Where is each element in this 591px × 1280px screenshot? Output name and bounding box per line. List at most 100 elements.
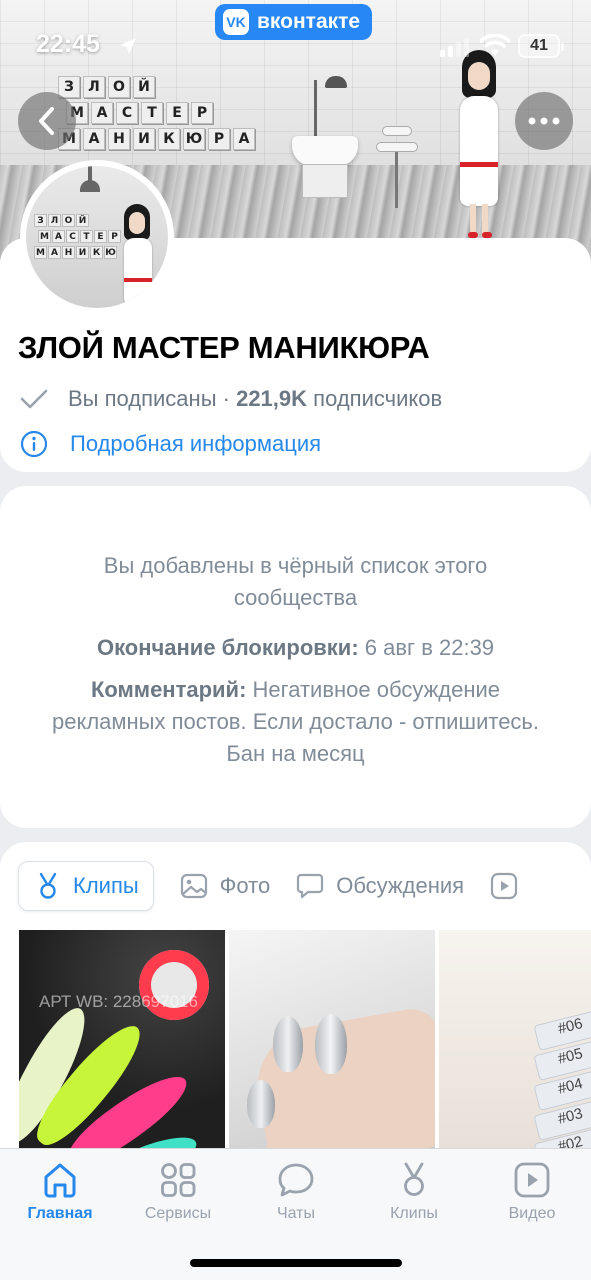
avatar-tile: М: [34, 246, 47, 259]
cover-tiles-row-3: М А Н И К Ю Р А: [58, 128, 255, 150]
more-dots-icon: [528, 117, 560, 125]
nav-clips-label: Клипы: [390, 1205, 438, 1222]
nav-home-label: Главная: [27, 1205, 93, 1222]
vk-badge-label: вконтакте: [257, 10, 361, 33]
cover-tile: Е: [166, 102, 188, 124]
nav-home[interactable]: Главная: [5, 1161, 115, 1223]
clip-thumbnail[interactable]: АРТ WB: 228697016: [19, 930, 225, 1150]
back-button[interactable]: [18, 92, 76, 150]
status-time: 22:45: [36, 30, 100, 58]
avatar-tile: К: [90, 246, 103, 259]
cover-tile: Л: [83, 76, 105, 98]
blacklist-title: Вы добавлены в чёрный список этого сообщ…: [103, 553, 488, 610]
cover-tile: Р: [191, 102, 213, 124]
cover-tile: А: [233, 128, 255, 150]
nav-video[interactable]: Видео: [477, 1161, 587, 1223]
chevron-left-icon: [39, 107, 54, 135]
content-tabs: Клипы Фото Обсуждения: [18, 860, 530, 912]
tab-clips[interactable]: Клипы: [18, 861, 154, 911]
cover-tiles-row-1: З Л О Й: [58, 76, 255, 98]
photo-icon: [180, 873, 207, 899]
clip-thumbnail[interactable]: [229, 930, 435, 1150]
community-page: З Л О Й М А С Т Е Р М А Н И К Ю Р А: [0, 0, 591, 1280]
stool-illustration: [372, 126, 422, 218]
nav-chats[interactable]: Чаты: [241, 1161, 351, 1223]
page-title: ЗЛОЙ МАСТЕР МАНИКЮРА: [18, 330, 430, 365]
tab-clips-label: Клипы: [73, 873, 139, 898]
cover-tile: Й: [133, 76, 155, 98]
manicure-desk-illustration: [292, 76, 358, 198]
manicurist-illustration: [450, 50, 510, 240]
clip-watermark: АРТ WB: 228697016: [39, 992, 198, 1011]
cellular-signal-icon: [440, 38, 469, 57]
nav-video-label: Видео: [508, 1205, 556, 1222]
vk-badge[interactable]: VK вконтакте: [215, 4, 373, 40]
chrome-nail: [273, 1016, 303, 1072]
nav-clips[interactable]: Клипы: [359, 1161, 469, 1223]
battery-indicator: 41: [518, 34, 564, 58]
subscribed-label: Вы подписаны: [68, 386, 217, 411]
clip-thumbnail[interactable]: #06 #05 #04 #03 #02: [439, 930, 591, 1150]
avatar-tiles-row-2: М А С Т Е Р: [38, 230, 121, 243]
checkmark-icon: [20, 389, 48, 409]
avatar-tile: А: [52, 230, 65, 243]
clips-icon: [404, 1162, 424, 1196]
clips-row: АРТ WB: 228697016 #06 #05 #04 #03 #02: [19, 930, 591, 1150]
discussions-icon: [297, 873, 324, 899]
tab-photo[interactable]: Фото: [180, 861, 271, 911]
chats-icon: [278, 1163, 314, 1197]
avatar-tiles-row-1: З Л О Й: [34, 214, 121, 227]
info-icon: [20, 430, 48, 458]
cover-tile: З: [58, 76, 80, 98]
avatar-tile: С: [66, 230, 79, 243]
cover-tile: Т: [141, 102, 163, 124]
subscription-status[interactable]: Вы подписаны · 221,9K подписчиков: [20, 386, 442, 412]
avatar-tile: Л: [48, 214, 61, 227]
cover-tile: А: [91, 102, 113, 124]
chrome-nail: [315, 1014, 347, 1074]
nav-services[interactable]: Сервисы: [123, 1161, 233, 1223]
video-icon: [514, 1162, 550, 1198]
cover-tile: Ю: [183, 128, 205, 150]
cover-tile: К: [158, 128, 180, 150]
avatar-tile: А: [48, 246, 61, 259]
block-end-row: Окончание блокировки: 6 авг в 22:39: [40, 632, 551, 664]
block-end-value: 6 авг в 22:39: [364, 635, 495, 660]
avatar-tile: Й: [76, 214, 89, 227]
tab-discussions-label: Обсуждения: [336, 873, 465, 898]
cover-tile: Н: [108, 128, 130, 150]
video-icon: [490, 872, 518, 900]
cover-tile: А: [83, 128, 105, 150]
clips-icon: [39, 872, 57, 899]
nav-chats-label: Чаты: [276, 1205, 316, 1222]
more-options-button[interactable]: [515, 92, 573, 150]
home-indicator[interactable]: [190, 1259, 402, 1267]
nav-services-label: Сервисы: [144, 1205, 212, 1222]
cover-tiles-row-2: М А С Т Е Р: [66, 102, 255, 124]
location-arrow-icon: [120, 38, 136, 54]
avatar-tile: И: [76, 246, 89, 259]
wifi-icon: [480, 34, 510, 56]
services-icon: [161, 1163, 196, 1197]
subscribers-label: подписчиков: [313, 386, 443, 411]
avatar-tile: Ю: [104, 246, 117, 259]
tab-photo-label: Фото: [219, 873, 271, 898]
block-end-label: Окончание блокировки:: [96, 635, 359, 660]
avatar[interactable]: З Л О Й М А С Т Е Р М А Н И К Ю: [20, 160, 174, 314]
cover-title-tiles: З Л О Й М А С Т Е Р М А Н И К Ю Р А: [58, 76, 255, 154]
more-info-link[interactable]: Подробная информация: [20, 430, 321, 458]
avatar-tile: З: [34, 214, 47, 227]
cover-tile: С: [116, 102, 138, 124]
cover-tile: О: [108, 76, 130, 98]
block-comment-label: Комментарий:: [90, 677, 247, 702]
tab-video[interactable]: [490, 861, 530, 911]
more-info-label: Подробная информация: [70, 431, 322, 456]
separator-dot: ·: [222, 386, 230, 411]
tab-discussions[interactable]: Обсуждения: [296, 861, 464, 911]
subscribers-count: 221,9K: [236, 386, 308, 411]
avatar-tile: Н: [62, 246, 75, 259]
avatar-tile: М: [38, 230, 51, 243]
home-icon: [44, 1163, 76, 1198]
avatar-tiles-row-3: М А Н И К Ю: [34, 246, 121, 259]
avatar-tile: О: [62, 214, 75, 227]
